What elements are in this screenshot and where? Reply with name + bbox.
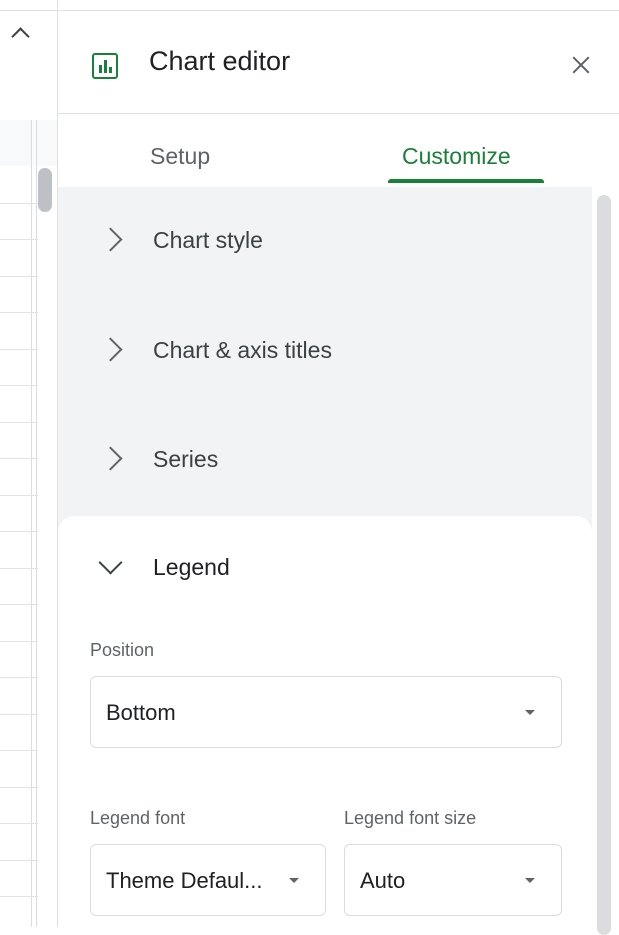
chevron-right-icon [98, 446, 123, 471]
section-label: Legend [153, 554, 230, 580]
grid-line [0, 677, 38, 678]
spreadsheet-strip [0, 0, 57, 927]
dropdown-arrow-icon [525, 710, 535, 715]
position-value: Bottom [106, 700, 176, 725]
grid-line [36, 120, 37, 927]
legend-section: Legend Position Bottom Legend font Theme… [58, 516, 592, 927]
legend-font-size-label: Legend font size [344, 808, 477, 828]
dropdown-arrow-icon [289, 878, 299, 883]
panel-header: Chart editor [58, 11, 619, 114]
grid-line [0, 860, 38, 861]
dropdown-arrow-icon [525, 878, 535, 883]
tab-bar: Setup Customize [58, 113, 619, 187]
legend-font-value: Theme Defaul... [106, 868, 263, 893]
chart-icon [92, 53, 118, 79]
tab-customize[interactable]: Customize [402, 143, 511, 170]
grid-line [0, 239, 38, 240]
grid-line [0, 458, 38, 459]
collapse-caret-icon[interactable] [11, 27, 30, 46]
panel-scrollbar-thumb[interactable] [597, 195, 611, 935]
section-series[interactable]: Series [58, 406, 592, 516]
chevron-down-icon [98, 550, 123, 575]
grid-line [0, 312, 38, 313]
position-label: Position [90, 640, 155, 660]
divider [0, 10, 57, 11]
section-label: Chart & axis titles [153, 337, 332, 363]
legend-font-size-value: Auto [360, 868, 406, 893]
grid-line [0, 641, 38, 642]
panel-title: Chart editor [149, 46, 291, 76]
grid-line [0, 750, 38, 751]
section-chart-axis-titles[interactable]: Chart & axis titles [58, 297, 592, 407]
customize-content: Chart style Chart & axis titles Series L… [58, 187, 592, 927]
position-dropdown[interactable]: Bottom [90, 676, 562, 748]
grid-line [0, 896, 38, 897]
grid-line [0, 823, 38, 824]
sheet-scrollbar-thumb[interactable] [38, 168, 52, 212]
close-icon[interactable] [569, 53, 593, 77]
grid-line [0, 714, 38, 715]
legend-font-dropdown[interactable]: Theme Defaul... [90, 844, 326, 916]
legend-font-size-dropdown[interactable]: Auto [344, 844, 562, 916]
grid-line [0, 604, 38, 605]
section-label: Chart style [153, 227, 263, 253]
section-label: Series [153, 446, 219, 472]
section-chart-style[interactable]: Chart style [58, 187, 592, 297]
section-legend-header[interactable]: Legend [58, 516, 592, 616]
grid-line [31, 120, 32, 927]
legend-font-label: Legend font [90, 808, 186, 828]
grid-line [0, 568, 38, 569]
chevron-right-icon [98, 227, 123, 252]
panel-scrollbar[interactable] [597, 195, 611, 935]
grid-line [0, 385, 38, 386]
grid-line [0, 422, 38, 423]
grid-line [0, 276, 38, 277]
grid-line [0, 531, 38, 532]
chevron-right-icon [98, 337, 123, 362]
grid-line [0, 349, 38, 350]
column-header [0, 120, 57, 166]
grid-line [0, 495, 38, 496]
grid-line [0, 203, 38, 204]
grid-line [0, 787, 38, 788]
tab-setup[interactable]: Setup [150, 143, 210, 170]
active-tab-indicator [388, 179, 544, 183]
chart-editor-panel: Chart editor Setup Customize Chart style… [57, 0, 619, 935]
